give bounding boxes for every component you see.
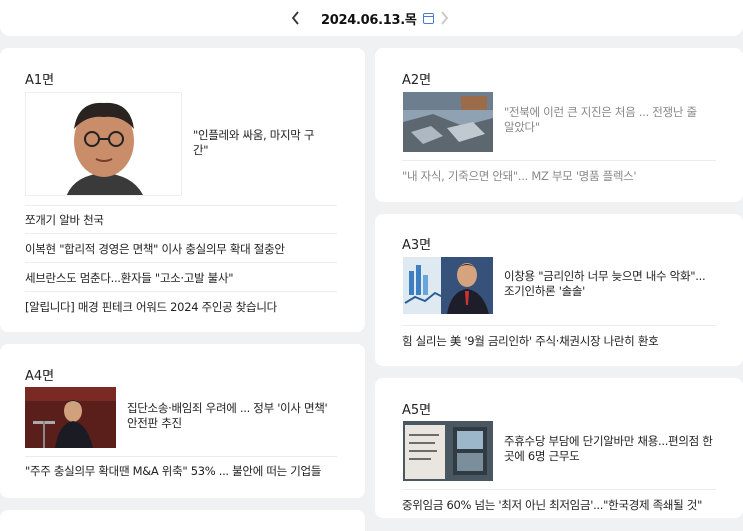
current-date[interactable]: 2024.06.13.목: [321, 9, 417, 28]
section-card-next: [0, 510, 365, 531]
lead-headline[interactable]: 주휴수당 부담에 단기알바만 채용...편의점 한 곳에 6명 근무도: [504, 434, 714, 464]
headline-item[interactable]: 이복현 "합리적 경영은 면책" 이사 충실의무 확대 절충안: [25, 241, 285, 257]
lead-headline[interactable]: "인플레와 싸움, 마지막 구간": [193, 128, 328, 158]
section-card-a4: A4면 집단소송·배임죄 우려에 ... 정부 '이사 면책' 안전판 추진 "…: [0, 344, 365, 498]
divider: [25, 291, 337, 292]
headline-item[interactable]: [알립니다] 매경 핀테크 어워드 2024 주인공 찾습니다: [25, 299, 277, 315]
divider: [25, 205, 337, 206]
section-title: A1면: [25, 73, 55, 88]
headline-item[interactable]: 힘 실리는 美 '9월 금리인하' 주식·채권시장 나란히 환호: [402, 333, 659, 349]
lead-photo[interactable]: [25, 387, 116, 448]
section-title: A4면: [25, 369, 55, 384]
section-card-a2: A2면 "전북에 이런 큰 지진은 처음 ... 전쟁난 줄 알았다" "내 자…: [375, 48, 743, 202]
headline-item[interactable]: "내 자식, 기죽으면 안돼"... MZ 부모 '명품 플렉스': [402, 168, 637, 184]
divider: [25, 262, 337, 263]
divider: [402, 489, 716, 490]
section-title: A2면: [402, 73, 432, 88]
headline-item[interactable]: "주주 충실의무 확대땐 M&A 위축" 53% ... 불안에 떠는 기업들: [25, 463, 321, 479]
section-card-a1: A1면 "인플레와 싸움, 마지막 구간" 쪼개기 알바 천국 이복현 "합리적…: [0, 48, 365, 332]
section-card-a5: A5면 주휴수당 부담에 단기알바만 채용...편의점 한 곳에 6명 근무도 …: [375, 378, 743, 518]
section-title: A5면: [402, 403, 432, 418]
divider: [402, 325, 716, 326]
chevron-left-icon[interactable]: [286, 8, 306, 28]
lead-photo[interactable]: [25, 92, 182, 196]
headline-item[interactable]: 세브란스도 멈춘다...환자들 "고소·고발 불사": [25, 270, 234, 286]
lead-headline[interactable]: 집단소송·배임죄 우려에 ... 정부 '이사 면책' 안전판 추진: [127, 401, 337, 431]
divider: [402, 160, 716, 161]
lead-photo[interactable]: [403, 257, 493, 314]
lead-photo[interactable]: [403, 421, 493, 481]
lead-photo[interactable]: [403, 92, 493, 152]
date-picker[interactable]: 2024.06.13.목: [321, 9, 434, 28]
lead-headline[interactable]: "전북에 이런 큰 지진은 처음 ... 전쟁난 줄 알았다": [504, 105, 709, 135]
calendar-icon[interactable]: [422, 13, 434, 24]
lead-headline[interactable]: 이창용 "금리인하 너무 늦으면 내수 악화"... 조기인하론 '솔솔': [504, 269, 714, 299]
headline-item[interactable]: 쪼개기 알바 천국: [25, 212, 104, 228]
chevron-right-icon: [434, 8, 454, 28]
divider: [25, 233, 337, 234]
divider: [25, 456, 337, 457]
section-card-a3: A3면 이창용 "금리인하 너무 늦으면 내수 악화"... 조기인하론 '솔솔…: [375, 214, 743, 366]
section-title: A3면: [402, 238, 432, 253]
date-navigation-bar: 2024.06.13.목: [0, 0, 743, 36]
headline-item[interactable]: 중위임금 60% 넘는 '최저 아닌 최저임금'..."한국경제 족쇄될 것": [402, 497, 702, 513]
